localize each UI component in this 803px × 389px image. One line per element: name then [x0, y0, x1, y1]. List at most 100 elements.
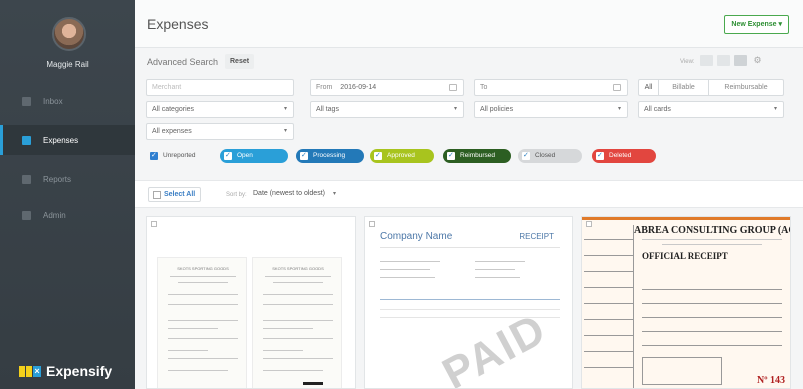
reset-button[interactable]: Reset [225, 54, 255, 69]
tags-select[interactable]: All tags ▾ [310, 101, 464, 118]
view-label: View: [680, 59, 695, 65]
checkbox-icon [522, 149, 530, 163]
status-label: Closed [535, 152, 556, 159]
list-toolbar: Select All Sort by: Date (newest to olde… [135, 180, 803, 208]
avatar[interactable] [52, 17, 86, 51]
chevron-down-icon: ▾ [283, 106, 287, 112]
card-checkbox[interactable] [369, 221, 375, 227]
expensify-logo-icon: × [19, 365, 42, 377]
receipt-table [584, 225, 634, 388]
categories-select[interactable]: All categories ▾ [146, 101, 294, 118]
billable-filter: All Billable Reimbursable [638, 79, 784, 96]
merchant-input[interactable]: Merchant [146, 79, 294, 96]
receipt-top-border [582, 217, 790, 220]
sidebar-item-reports[interactable]: Reports [0, 164, 135, 194]
user-name[interactable]: Maggie Rail [0, 60, 135, 69]
receipt-box [642, 357, 722, 385]
chevron-down-icon: ▾ [773, 106, 777, 112]
receipt-number: Nº 143 [757, 375, 786, 386]
page-title: Expenses [147, 16, 209, 32]
status-processing[interactable]: Processing [296, 149, 364, 163]
checkbox-icon [447, 149, 455, 163]
checkbox-icon [596, 149, 604, 163]
select-all-button[interactable]: Select All [148, 187, 202, 202]
sidebar-item-label: Expenses [43, 135, 79, 145]
policies-value: All policies [480, 106, 514, 113]
chevron-down-icon: ▾ [453, 106, 457, 112]
view-list-icon[interactable] [700, 55, 713, 66]
from-label: From [316, 84, 333, 91]
view-compact-icon[interactable] [717, 55, 730, 66]
status-closed[interactable]: Closed [518, 149, 582, 163]
cards-select[interactable]: All cards ▾ [638, 101, 784, 118]
filter-reimbursable[interactable]: Reimbursable [709, 80, 783, 95]
sort-select[interactable]: Date (newest to oldest) [253, 190, 325, 197]
to-label: To [480, 84, 488, 91]
status-label: Approved [387, 152, 415, 159]
inbox-icon [22, 96, 31, 106]
brand-name: Expensify [46, 363, 113, 379]
expense-card[interactable]: SKOTS SPORTING GOODS SKOTS SPORTING GOOD… [146, 216, 356, 389]
receipt-title: OFFICIAL RECEIPT [642, 251, 728, 261]
checkbox-icon [150, 149, 158, 163]
new-expense-button[interactable]: New Expense ▾ [724, 15, 789, 34]
checkbox-icon [374, 149, 382, 163]
sidebar-item-label: Inbox [43, 96, 63, 106]
policies-select[interactable]: All policies ▾ [474, 101, 628, 118]
status-open[interactable]: Open [220, 149, 288, 163]
chevron-down-icon: ▾ [617, 106, 621, 112]
from-date-input[interactable]: From 2016-09-14 [310, 79, 464, 96]
status-unreported[interactable]: Unreported [150, 149, 212, 163]
receipt-image: SKOTS SPORTING GOODS [252, 257, 342, 388]
status-reimbursed[interactable]: Reimbursed [443, 149, 511, 163]
filter-all[interactable]: All [639, 80, 659, 95]
filter-billable[interactable]: Billable [659, 80, 709, 95]
checkbox-icon [224, 149, 232, 163]
gear-icon[interactable]: ⚙ [751, 55, 764, 66]
status-label: Unreported [163, 152, 196, 159]
sidebar-item-label: Admin [43, 210, 66, 220]
sidebar-item-expenses[interactable]: Expenses [0, 125, 135, 155]
status-approved[interactable]: Approved [370, 149, 434, 163]
categories-value: All categories [152, 106, 195, 113]
receipt-store-name: SKOTS SPORTING GOODS [177, 266, 229, 271]
receipt-company-name: ABREA CONSULTING GROUP (ACG [634, 225, 791, 236]
sidebar-item-admin[interactable]: Admin [0, 200, 135, 230]
sort-by-label: Sort by: [226, 192, 247, 198]
expenses-select[interactable]: All expenses ▾ [146, 123, 294, 140]
expense-card[interactable]: Company Name RECEIPT PAID [364, 216, 573, 389]
header: Expenses New Expense ▾ [135, 0, 803, 48]
sidebar-item-label: Reports [43, 174, 72, 184]
status-label: Deleted [609, 152, 632, 159]
expenses-icon [22, 135, 31, 145]
status-label: Open [237, 152, 253, 159]
cards-value: All cards [644, 106, 671, 113]
chevron-down-icon[interactable]: ▾ [333, 190, 336, 197]
status-label: Reimbursed [460, 152, 496, 159]
view-grid-icon[interactable] [734, 55, 747, 66]
receipt-image: SKOTS SPORTING GOODS [157, 257, 247, 388]
sidebar-item-inbox[interactable]: Inbox [0, 86, 135, 116]
receipt-label: RECEIPT [519, 232, 554, 241]
checkbox-icon [300, 149, 308, 163]
card-checkbox[interactable] [586, 221, 592, 227]
card-checkbox[interactable] [151, 221, 157, 227]
tags-value: All tags [316, 106, 339, 113]
status-label: Processing [313, 152, 346, 159]
expenses-value: All expenses [152, 128, 192, 135]
from-date-value: 2016-09-14 [340, 84, 377, 91]
sidebar: Maggie Rail Inbox Expenses Reports Admin… [0, 0, 135, 389]
expense-card[interactable]: ABREA CONSULTING GROUP (ACG OFFICIAL REC… [581, 216, 791, 389]
admin-icon [22, 210, 31, 220]
merchant-placeholder: Merchant [152, 84, 182, 91]
advanced-search-title: Advanced Search [147, 57, 219, 67]
receipt-store-name: SKOTS SPORTING GOODS [272, 266, 324, 271]
to-date-input[interactable]: To [474, 79, 628, 96]
calendar-icon[interactable] [449, 84, 457, 91]
chevron-down-icon: ▾ [283, 128, 287, 134]
receipt-company-name: Company Name [380, 231, 453, 242]
reports-icon [22, 174, 31, 184]
status-deleted[interactable]: Deleted [592, 149, 656, 163]
brand-logo[interactable]: × Expensify [19, 363, 112, 379]
calendar-icon[interactable] [613, 84, 621, 91]
